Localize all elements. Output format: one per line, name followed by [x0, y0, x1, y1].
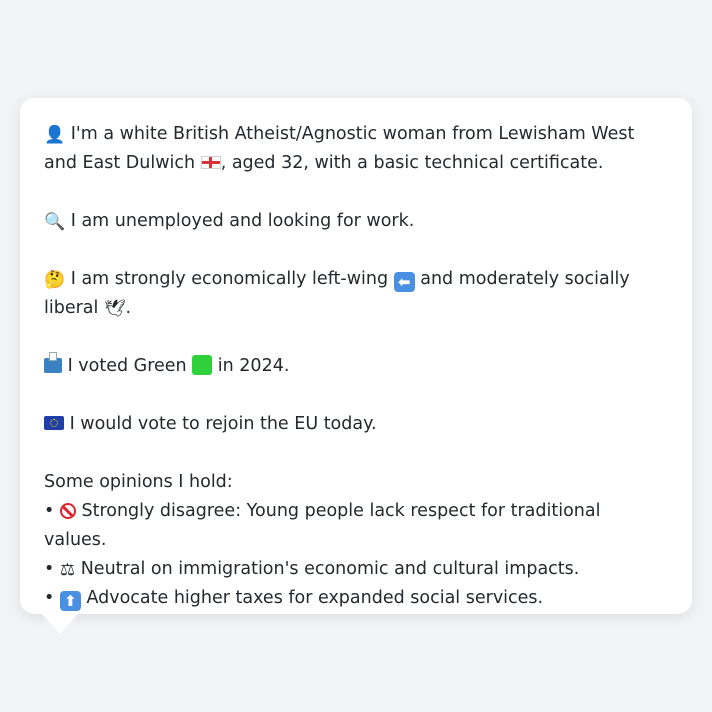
thinking-face-icon: 🤔	[44, 270, 66, 290]
magnifying-glass-icon: 🔍	[44, 212, 66, 232]
eu-flag-icon	[44, 416, 64, 430]
persona-card: 👤 I'm a white British Atheist/Agnostic w…	[20, 98, 692, 614]
bullet: •	[44, 588, 55, 608]
employment-line: 🔍 I am unemployed and looking for work.	[44, 211, 415, 232]
bullet: •	[44, 559, 55, 579]
green-square-icon	[192, 355, 213, 375]
prohibited-icon	[59, 503, 76, 519]
politics-line: 🤔 I am strongly economically left-wing ⬅…	[44, 269, 630, 319]
balance-scale-icon: ⚖	[59, 560, 76, 580]
opinion-item: • ⚖ Neutral on immigration's economic an…	[44, 559, 580, 580]
opinions-heading: Some opinions I hold:	[44, 472, 233, 492]
bust-in-silhouette-icon: 👤	[44, 125, 66, 145]
opinion-item: • Strongly disagree: Young people lack r…	[44, 501, 601, 550]
ballot-box-icon	[44, 352, 62, 373]
left-arrow-icon: ⬅	[393, 272, 415, 292]
up-arrow-icon: ⬆	[59, 591, 81, 611]
england-flag-icon	[200, 156, 221, 169]
speech-bubble-tail	[40, 612, 80, 634]
eu-line: I would vote to rejoin the EU today.	[44, 410, 668, 439]
opinion-item: • ⬆ Advocate higher taxes for expanded s…	[44, 588, 544, 611]
dove-icon: 🕊	[103, 299, 126, 319]
intro-line: 👤 I'm a white British Atheist/Agnostic w…	[44, 124, 635, 173]
vote-line: I voted Green in 2024.	[44, 352, 668, 381]
bullet: •	[44, 501, 55, 521]
